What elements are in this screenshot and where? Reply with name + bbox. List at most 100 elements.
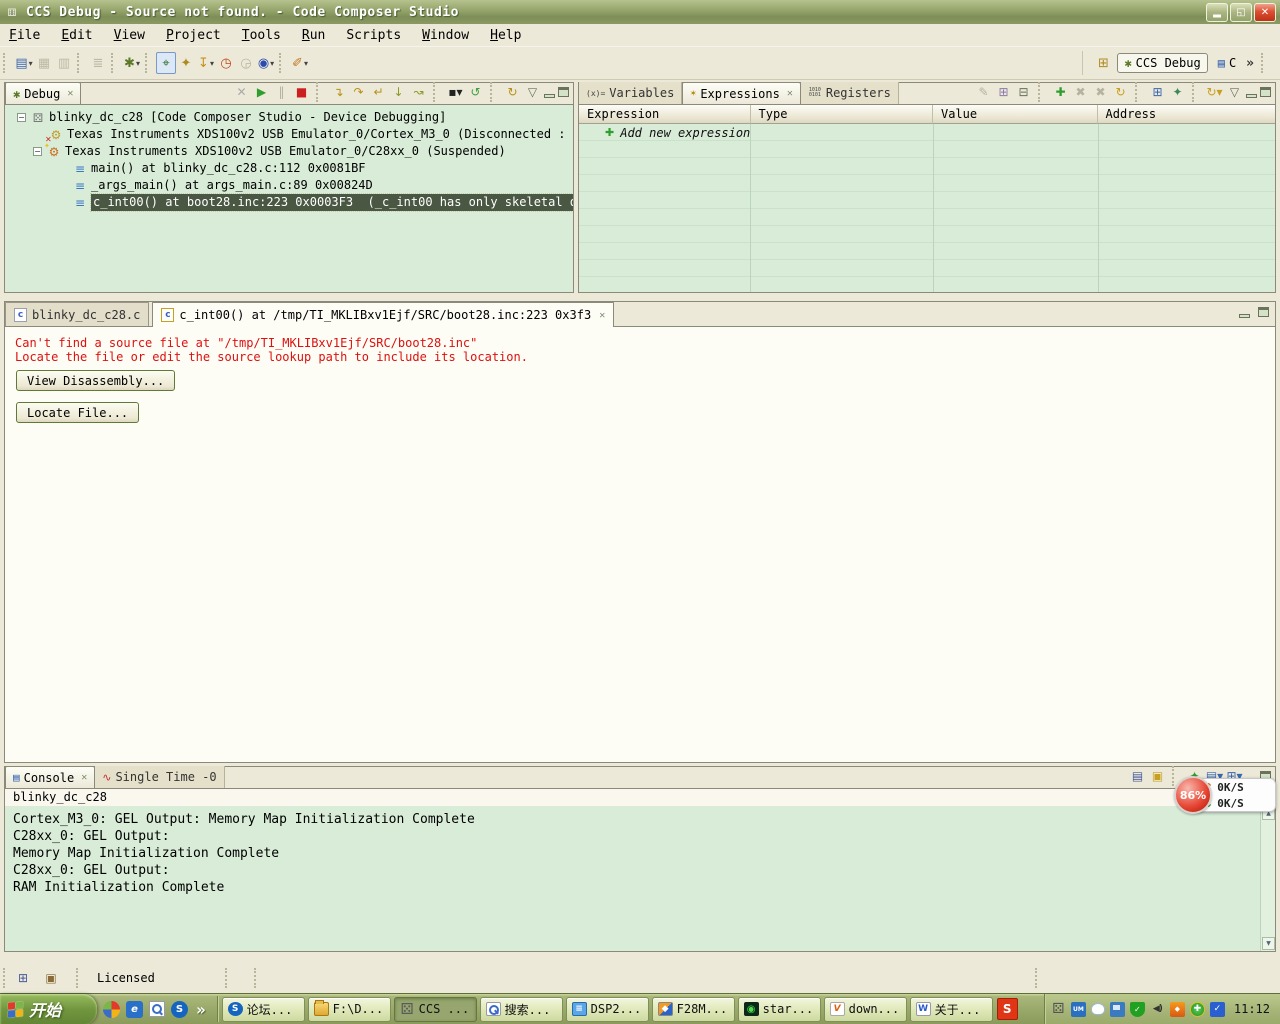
- load-program-button[interactable]: ↧ ▾: [196, 52, 216, 74]
- suspend-button[interactable]: ‖: [273, 84, 290, 100]
- view-menu-button[interactable]: ▽: [1226, 84, 1243, 100]
- browser-s-icon[interactable]: S: [171, 1000, 188, 1018]
- task-download[interactable]: Vdown...: [823, 996, 907, 1022]
- sogou-button[interactable]: S: [996, 998, 1018, 1020]
- task-f28m[interactable]: ◆ F28M...: [651, 996, 735, 1022]
- menu-project[interactable]: Project: [166, 28, 221, 43]
- menu-scripts[interactable]: Scripts: [346, 28, 401, 43]
- menu-run[interactable]: Run: [302, 28, 325, 43]
- step-into-button[interactable]: ↴: [330, 84, 347, 100]
- menu-view[interactable]: View: [114, 28, 145, 43]
- menu-help[interactable]: Help: [490, 28, 521, 43]
- task-search[interactable]: 搜索...: [479, 996, 563, 1022]
- asm-step-into-button[interactable]: ↓: [390, 84, 407, 100]
- scroll-lock-button[interactable]: ▣: [1149, 768, 1166, 784]
- profile-clock-setup-button[interactable]: ◶: [236, 52, 256, 74]
- step-return-button[interactable]: ↵: [370, 84, 387, 100]
- maximize-editor-button[interactable]: [1258, 307, 1269, 317]
- column-header-expression[interactable]: Expression: [579, 105, 751, 124]
- restore-button[interactable]: ◱: [1230, 2, 1252, 22]
- tab-c-int00-source[interactable]: c c_int00() at /tmp/TI_MKLIBxv1Ejf/SRC/b…: [152, 302, 615, 327]
- media-launcher-icon[interactable]: [103, 1000, 120, 1018]
- task-explorer-folder[interactable]: F:\D...: [307, 996, 391, 1022]
- internet-explorer-icon[interactable]: e: [126, 1000, 143, 1018]
- asm-step-over-button[interactable]: ↝: [410, 84, 427, 100]
- network-speed-widget[interactable]: ↑ 0K/S ↓ 0K/S 86%: [1174, 776, 1278, 816]
- start-button[interactable]: 开始: [0, 993, 97, 1024]
- minimize-editor-button[interactable]: [1239, 314, 1250, 318]
- debug-button[interactable]: ✱ ▾: [122, 52, 142, 74]
- tab-expressions[interactable]: ✶ Expressions ✕: [682, 82, 801, 104]
- close-icon[interactable]: ✕: [67, 88, 73, 99]
- fast-view-button[interactable]: ⊞: [14, 970, 32, 987]
- weather-tray-icon[interactable]: [1090, 1003, 1105, 1015]
- minimize-view-button[interactable]: [544, 93, 555, 98]
- safety-plus-icon[interactable]: ✚: [1189, 1001, 1205, 1017]
- column-header-type[interactable]: Type: [750, 105, 933, 124]
- menu-tools[interactable]: Tools: [242, 28, 281, 43]
- show-type-names-button[interactable]: ✎: [975, 84, 992, 100]
- build-button[interactable]: ≣: [88, 52, 108, 74]
- taskbar-clock[interactable]: 11:12: [1234, 1002, 1270, 1016]
- tab-single-time[interactable]: ∿ Single Time -0: [95, 766, 225, 788]
- tab-variables[interactable]: (x)= Variables: [579, 82, 683, 104]
- task-star[interactable]: ◉ star...: [737, 996, 821, 1022]
- restart-button[interactable]: ↻: [504, 84, 521, 100]
- task-dsp2[interactable]: ≡ DSP2...: [565, 996, 649, 1022]
- restore-debug-state-button[interactable]: ✦: [176, 52, 196, 74]
- close-icon[interactable]: ✕: [81, 772, 87, 783]
- minimize-view-button[interactable]: [1246, 93, 1257, 98]
- perspective-ccs-debug[interactable]: ✱ CCS Debug: [1117, 53, 1208, 73]
- maximize-view-button[interactable]: [558, 87, 569, 97]
- minimize-button[interactable]: ▂: [1206, 2, 1228, 22]
- pinyin-tray-icon[interactable]: ✓: [1209, 1001, 1225, 1017]
- tab-console[interactable]: ▤ Console ✕: [5, 766, 96, 788]
- memory-usage-ball[interactable]: 86%: [1174, 776, 1212, 814]
- clear-console-button[interactable]: ▤: [1129, 768, 1146, 784]
- expander-icon[interactable]: −: [17, 113, 26, 122]
- view-disassembly-button[interactable]: View Disassembly...: [16, 370, 176, 391]
- tab-debug[interactable]: ✱ Debug ✕: [5, 82, 82, 104]
- column-header-value[interactable]: Value: [932, 105, 1098, 124]
- add-new-expression-row[interactable]: ✚ Add new expression: [579, 124, 750, 141]
- close-button[interactable]: ✕: [1254, 2, 1276, 22]
- expander-icon[interactable]: −: [33, 147, 42, 156]
- app-tray-icon[interactable]: ◆: [1169, 1001, 1185, 1017]
- maximize-view-button[interactable]: [1260, 87, 1271, 97]
- target-config-button[interactable]: ◉ ▾: [256, 52, 276, 74]
- core-select-button[interactable]: ▪ ▾: [447, 84, 464, 100]
- security-shield-icon[interactable]: ✓: [1129, 1001, 1145, 1017]
- um-tray-icon[interactable]: UM: [1070, 1001, 1086, 1017]
- refresh-button[interactable]: ↻ ▾: [1206, 84, 1223, 100]
- pin-view-button[interactable]: ✦: [1169, 84, 1186, 100]
- show-logical-structure-button[interactable]: ⊞: [995, 84, 1012, 100]
- ccs-tray-icon[interactable]: ⚄: [1051, 1001, 1066, 1017]
- terminate-button[interactable]: ■: [293, 84, 310, 100]
- tree-item-stack-frame-c-int00[interactable]: ≡ c_int00() at boot28.inc:223 0x0003F3 (…: [73, 193, 573, 212]
- menu-edit[interactable]: Edit: [61, 28, 92, 43]
- trace-pen-button[interactable]: ✐ ▾: [290, 52, 310, 74]
- reset-button[interactable]: ↺: [467, 84, 484, 100]
- task-element-icon[interactable]: ▣: [42, 970, 60, 987]
- console-scrollbar[interactable]: ▲ ▼: [1260, 806, 1275, 951]
- task-word-doc[interactable]: W 关于...: [909, 996, 993, 1022]
- tree-item-c28-core[interactable]: − ⚙ Texas Instruments XDS100v2 USB Emula…: [33, 142, 506, 160]
- network-tray-icon[interactable]: [1109, 1001, 1125, 1017]
- new-button[interactable]: ▤ ▾: [14, 52, 34, 74]
- view-menu-button[interactable]: ▽: [524, 84, 541, 100]
- resume-button[interactable]: ▶: [253, 84, 270, 100]
- remove-all-expressions-button[interactable]: ✖: [1092, 84, 1109, 100]
- refresh-values-button[interactable]: ↻: [1112, 84, 1129, 100]
- save-button[interactable]: ▦: [34, 52, 54, 74]
- step-over-button[interactable]: ↷: [350, 84, 367, 100]
- close-icon[interactable]: ✕: [599, 310, 605, 321]
- volume-icon[interactable]: ◀): [1150, 1002, 1165, 1017]
- open-perspective-button[interactable]: ⊞: [1093, 52, 1113, 74]
- collapse-all-button[interactable]: ⊟: [1015, 84, 1032, 100]
- new-view-button[interactable]: ⊞: [1149, 84, 1166, 100]
- menu-file[interactable]: File: [9, 28, 40, 43]
- tree-item-stack-frame-main[interactable]: ≡ main() at blinky_dc_c28.c:112 0x0081BF: [73, 160, 366, 177]
- locate-file-button[interactable]: Locate File...: [16, 402, 140, 423]
- add-expression-button[interactable]: ✚: [1052, 84, 1069, 100]
- tree-item-launch[interactable]: − ⚄ blinky_dc_c28 [Code Composer Studio …: [17, 109, 446, 126]
